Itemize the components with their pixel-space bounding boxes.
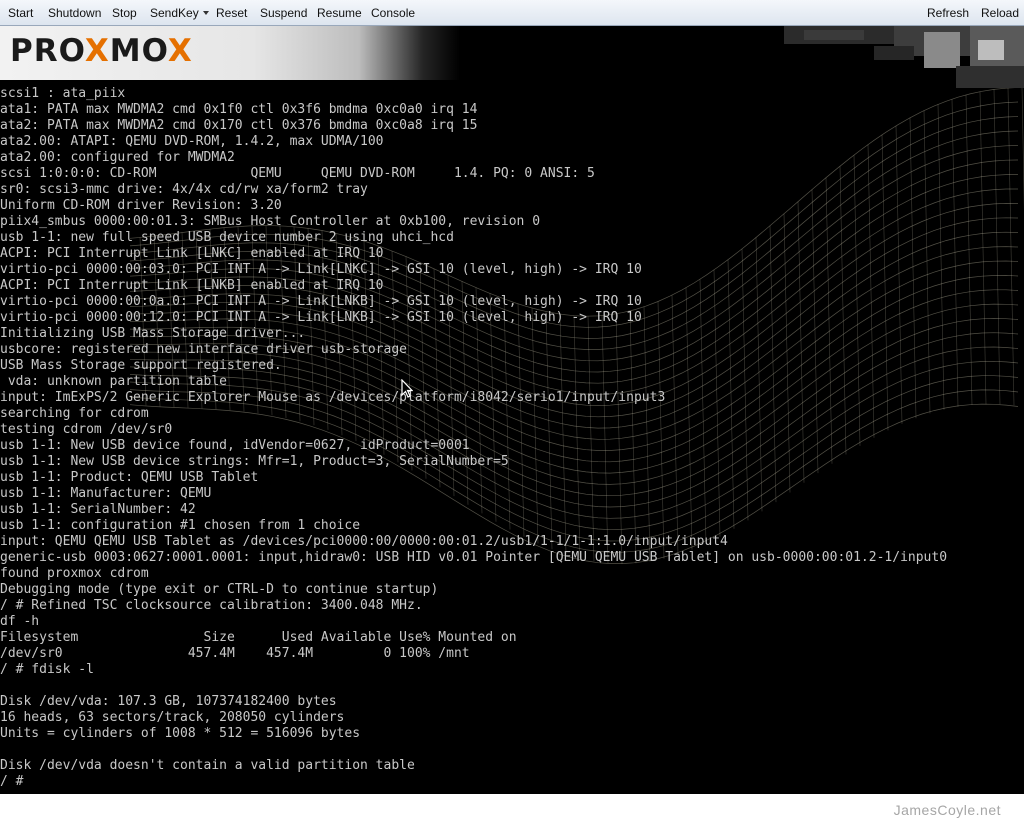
chevron-down-icon bbox=[202, 11, 209, 15]
terminal-line: ata2.00: configured for MWDMA2 bbox=[0, 150, 235, 165]
logo-part-1: PRO bbox=[10, 33, 85, 69]
resume-button[interactable]: Resume bbox=[317, 0, 362, 25]
terminal-line: ACPI: PCI Interrupt Link [LNKB] enabled … bbox=[0, 278, 384, 293]
terminal-line: ACPI: PCI Interrupt Link [LNKC] enabled … bbox=[0, 246, 384, 261]
footer-bar: JamesCoyle.net bbox=[0, 794, 1024, 824]
terminal-line: usbcore: registered new interface driver… bbox=[0, 342, 407, 357]
terminal-line: USB Mass Storage support registered. bbox=[0, 358, 282, 373]
terminal-line: Debugging mode (type exit or CTRL-D to c… bbox=[0, 582, 439, 597]
terminal-line: /dev/sr0 457.4M 457.4M 0 100% /mnt bbox=[0, 646, 470, 661]
terminal-line: df -h bbox=[0, 614, 40, 629]
sendkey-label: SendKey bbox=[150, 6, 199, 20]
terminal-line: testing cdrom /dev/sr0 bbox=[0, 422, 173, 437]
terminal-line: scsi 1:0:0:0: CD-ROM QEMU QEMU DVD-ROM 1… bbox=[0, 166, 595, 181]
terminal-line: vda: unknown partition table bbox=[0, 374, 227, 389]
refresh-button[interactable]: Refresh bbox=[927, 0, 969, 25]
start-button[interactable]: Start bbox=[8, 0, 33, 25]
terminal-line: piix4_smbus 0000:00:01.3: SMBus Host Con… bbox=[0, 214, 541, 229]
terminal-line: Filesystem Size Used Available Use% Moun… bbox=[0, 630, 517, 645]
terminal-line: / # fdisk -l bbox=[0, 662, 94, 677]
terminal-line: virtio-pci 0000:00:12.0: PCI INT A -> Li… bbox=[0, 310, 642, 325]
terminal-line: input: ImExPS/2 Generic Explorer Mouse a… bbox=[0, 390, 666, 405]
watermark-text: JamesCoyle.net bbox=[893, 802, 1001, 818]
reset-button[interactable]: Reset bbox=[216, 0, 247, 25]
vm-toolbar: Start Shutdown Stop SendKey Reset Suspen… bbox=[0, 0, 1024, 26]
terminal-line: usb 1-1: New USB device found, idVendor=… bbox=[0, 438, 470, 453]
proxmox-logo: PROXMOX bbox=[10, 32, 193, 70]
shutdown-button[interactable]: Shutdown bbox=[48, 0, 101, 25]
console-button[interactable]: Console bbox=[371, 0, 415, 25]
logo-part-3: MO bbox=[109, 33, 168, 69]
terminal-line: / # Refined TSC clocksource calibration:… bbox=[0, 598, 423, 613]
terminal-line: ata2: PATA max MWDMA2 cmd 0x170 ctl 0x37… bbox=[0, 118, 478, 133]
logo-part-4: X bbox=[167, 33, 193, 69]
terminal-line: Disk /dev/vda: 107.3 GB, 107374182400 by… bbox=[0, 694, 337, 709]
terminal-line: found proxmox cdrom bbox=[0, 566, 149, 581]
mouse-pointer-icon bbox=[401, 379, 413, 398]
logo-banner: PROXMOX bbox=[0, 26, 460, 80]
logo-part-2: X bbox=[84, 33, 110, 69]
terminal-line: usb 1-1: New USB device strings: Mfr=1, … bbox=[0, 454, 509, 469]
terminal-line: usb 1-1: Manufacturer: QEMU bbox=[0, 486, 212, 501]
terminal-line: virtio-pci 0000:00:0a.0: PCI INT A -> Li… bbox=[0, 294, 642, 309]
vnc-console[interactable]: PROXMOX scsi1 : ata_piix ata1: PATA max M… bbox=[0, 26, 1024, 794]
suspend-button[interactable]: Suspend bbox=[260, 0, 307, 25]
terminal-line: usb 1-1: configuration #1 chosen from 1 … bbox=[0, 518, 361, 533]
terminal-line: Disk /dev/vda doesn't contain a valid pa… bbox=[0, 758, 415, 773]
terminal-line: Uniform CD-ROM driver Revision: 3.20 bbox=[0, 198, 282, 213]
terminal-line: / # bbox=[0, 774, 24, 789]
terminal-line: ata1: PATA max MWDMA2 cmd 0x1f0 ctl 0x3f… bbox=[0, 102, 478, 117]
terminal-line: usb 1-1: Product: QEMU USB Tablet bbox=[0, 470, 259, 485]
terminal-line: ata2.00: ATAPI: QEMU DVD-ROM, 1.4.2, max… bbox=[0, 134, 384, 149]
reload-button[interactable]: Reload bbox=[981, 0, 1019, 25]
terminal-line: Units = cylinders of 1008 * 512 = 516096… bbox=[0, 726, 361, 741]
terminal-line: usb 1-1: SerialNumber: 42 bbox=[0, 502, 196, 517]
sendkey-dropdown[interactable]: SendKey bbox=[150, 0, 209, 25]
terminal-line: scsi1 : ata_piix bbox=[0, 86, 126, 101]
stop-button[interactable]: Stop bbox=[112, 0, 137, 25]
terminal-line: Initializing USB Mass Storage driver... bbox=[0, 326, 306, 341]
terminal-line: 16 heads, 63 sectors/track, 208050 cylin… bbox=[0, 710, 345, 725]
terminal-line: virtio-pci 0000:00:03.0: PCI INT A -> Li… bbox=[0, 262, 642, 277]
terminal-line: generic-usb 0003:0627:0001.0001: input,h… bbox=[0, 550, 948, 565]
terminal-line: input: QEMU QEMU USB Tablet as /devices/… bbox=[0, 534, 728, 549]
terminal-line: usb 1-1: new full speed USB device numbe… bbox=[0, 230, 454, 245]
terminal-line: searching for cdrom bbox=[0, 406, 149, 421]
terminal-line: sr0: scsi3-mmc drive: 4x/4x cd/rw xa/for… bbox=[0, 182, 368, 197]
terminal-output: scsi1 : ata_piix ata1: PATA max MWDMA2 cm… bbox=[0, 86, 947, 790]
